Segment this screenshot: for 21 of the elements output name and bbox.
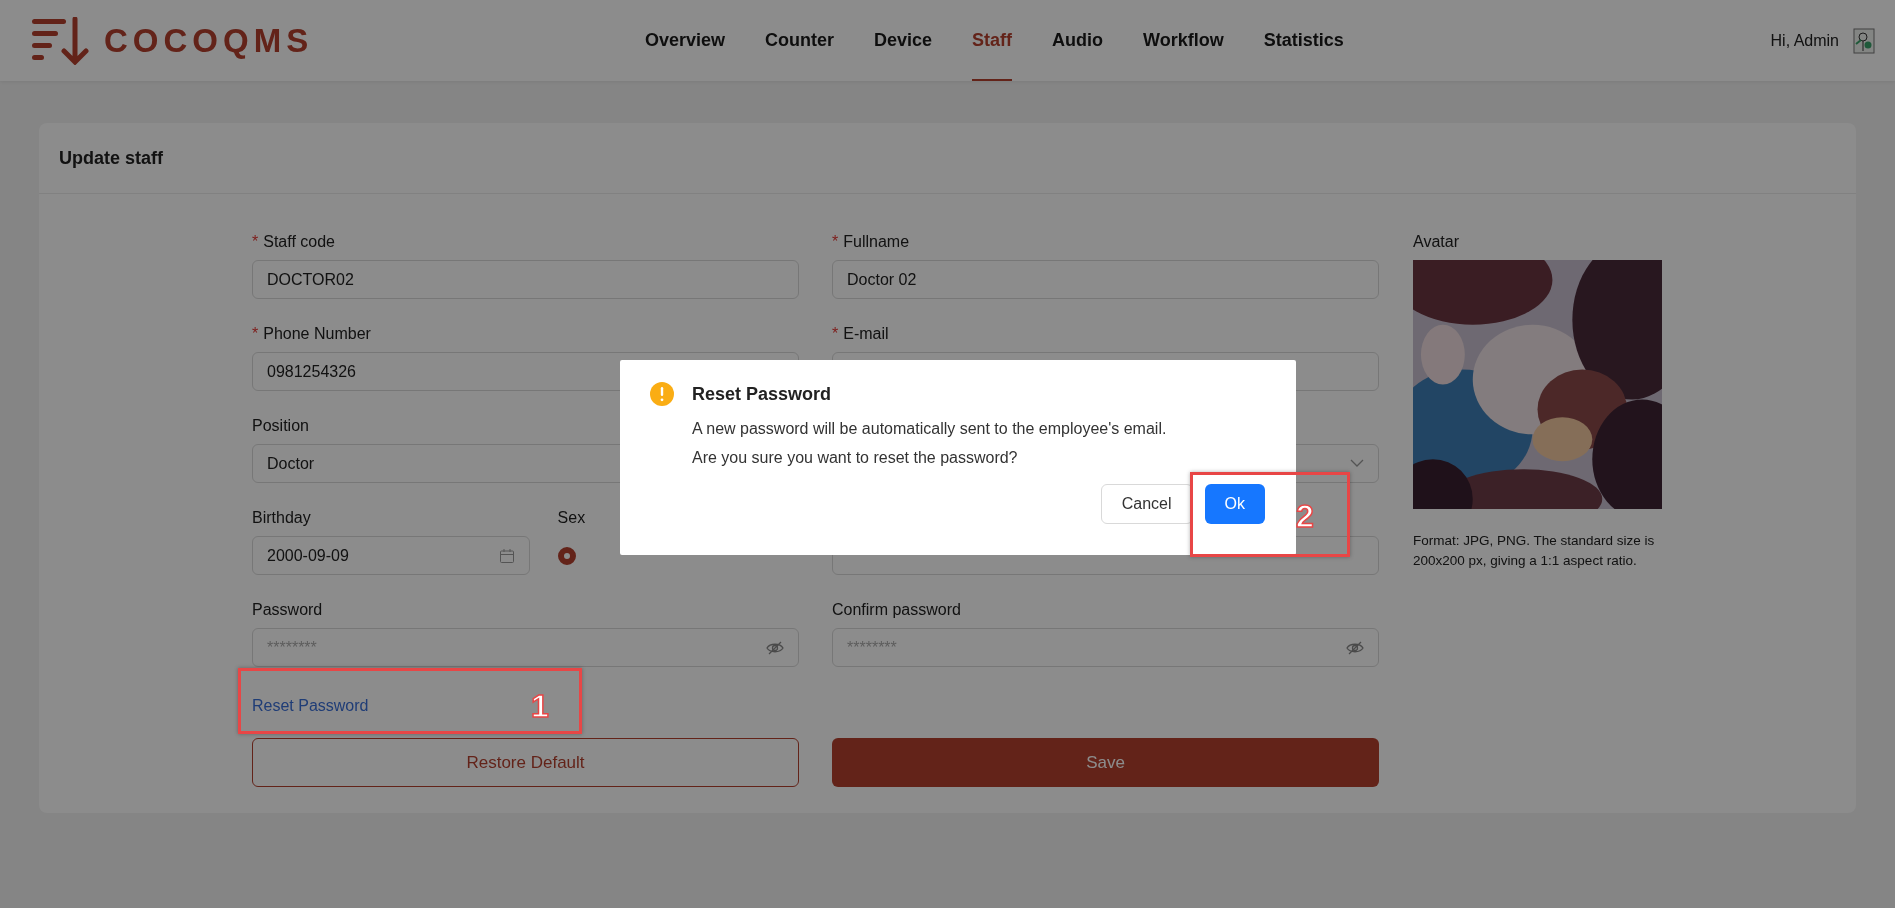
field-label: E-mail [843, 325, 889, 343]
field-label: Staff code [263, 233, 335, 251]
avatar-hint: Format: JPG, PNG. The standard size is 200x200 px, giving a 1:1 aspect ratio. [1413, 532, 1656, 571]
field-label: Sex [557, 509, 586, 527]
field-label: Confirm password [832, 601, 961, 619]
annotation-number: 1 [531, 690, 549, 722]
field-label: Birthday [252, 509, 311, 527]
greeting: Hi, Admin [1770, 31, 1839, 50]
logo-text: COCOQMS [104, 21, 314, 60]
required-mark: * [832, 325, 839, 343]
required-mark: * [832, 233, 839, 251]
field-label: Fullname [843, 233, 910, 251]
dialog-message: A new password will be automatically sent to the employee's email. [692, 419, 1167, 439]
field-label: Password [252, 601, 323, 619]
annotation-number: 2 [1296, 500, 1314, 532]
card-title: Update staff [59, 147, 163, 169]
field-label: Position [252, 417, 309, 435]
field-label: Avatar [1413, 232, 1460, 252]
required-mark: * [252, 325, 259, 343]
field-label: Phone Number [263, 325, 371, 343]
required-mark: * [252, 233, 259, 251]
